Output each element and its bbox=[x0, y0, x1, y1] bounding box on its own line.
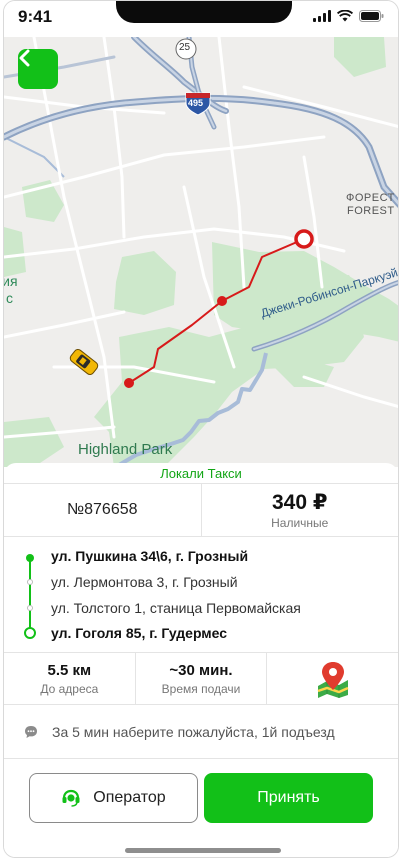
route-stop-dot bbox=[27, 605, 33, 611]
route-start-dot bbox=[26, 554, 34, 562]
action-buttons: Оператор Принять bbox=[4, 759, 398, 823]
status-time: 9:41 bbox=[18, 7, 53, 26]
operator-button-label: Оператор bbox=[93, 789, 166, 806]
time-stat: ~30 мин. Время подачи bbox=[136, 653, 268, 704]
route-address-3: ул. Толстого 1, станица Первомайская bbox=[51, 600, 301, 616]
notch bbox=[116, 1, 292, 23]
chat-bubble-icon bbox=[25, 725, 37, 738]
map-label-forest-en: FOREST bbox=[347, 205, 395, 217]
map-label-highland-park: Highland Park bbox=[78, 441, 173, 458]
chevron-left-icon bbox=[19, 49, 30, 67]
home-indicator bbox=[125, 848, 281, 853]
payment-method: Наличные bbox=[271, 516, 329, 530]
comment-text: За 5 мин наберите пожалуйста, 1й подъезд bbox=[52, 723, 335, 740]
back-button[interactable] bbox=[18, 49, 58, 89]
route-timeline-line bbox=[29, 556, 31, 631]
company-name: Локали Такси bbox=[160, 466, 242, 481]
order-price: 340 ₽ bbox=[272, 491, 328, 514]
map-route-button[interactable] bbox=[267, 653, 398, 704]
price-box: 340 ₽ Наличные bbox=[202, 484, 399, 536]
status-icons bbox=[313, 10, 384, 22]
order-number: №876658 bbox=[4, 484, 202, 536]
interstate-25-label: 25 bbox=[179, 42, 191, 53]
distance-stat: 5.5 км До адреса bbox=[4, 653, 136, 704]
wifi-icon bbox=[337, 10, 353, 22]
route-address-4: ул. Гоголя 85, г. Гудермес bbox=[51, 625, 228, 641]
trip-stats: 5.5 км До адреса ~30 мин. Время подачи bbox=[4, 653, 398, 705]
map-label-forest-ru: ФОРЕСТ bbox=[346, 192, 395, 204]
headset-icon bbox=[62, 789, 80, 807]
battery-icon bbox=[359, 10, 384, 22]
operator-button[interactable]: Оператор bbox=[29, 773, 198, 823]
distance-value: 5.5 км bbox=[47, 661, 92, 679]
status-bar: 9:41 bbox=[4, 1, 398, 37]
map-pin-icon bbox=[317, 661, 349, 698]
time-value: ~30 мин. bbox=[169, 661, 233, 679]
distance-label: До адреса bbox=[40, 681, 99, 696]
route-list: ул. Пушкина 34\6, г. Грозный ул. Лермонт… bbox=[4, 537, 398, 653]
order-summary: №876658 340 ₽ Наличные bbox=[4, 483, 398, 537]
map-label-edge-2: с bbox=[6, 290, 13, 306]
route-address-2: ул. Лермонтова 3, г. Грозный bbox=[51, 574, 238, 590]
accept-button-label: Принять bbox=[257, 789, 320, 806]
phone-frame: 9:41 25 495 ФОРЕСТ FOREST я с Highland P… bbox=[3, 0, 399, 858]
interstate-495-label: 495 bbox=[188, 98, 204, 108]
route-address-1: ул. Пушкина 34\6, г. Грозный bbox=[51, 548, 249, 564]
signal-icon bbox=[313, 10, 331, 22]
time-label: Время подачи bbox=[161, 681, 241, 696]
order-sheet: Локали Такси №876658 340 ₽ Наличные ул. … bbox=[4, 463, 398, 857]
map-view[interactable]: 25 495 ФОРЕСТ FOREST кия с Highland Park… bbox=[4, 37, 398, 467]
route-stop-dot bbox=[27, 579, 33, 585]
accept-button[interactable]: Принять bbox=[204, 773, 373, 823]
comment-row: За 5 мин наберите пожалуйста, 1й подъезд bbox=[4, 705, 398, 759]
map-label-edge-1: кия bbox=[4, 273, 18, 289]
route-end-dot bbox=[24, 627, 36, 639]
